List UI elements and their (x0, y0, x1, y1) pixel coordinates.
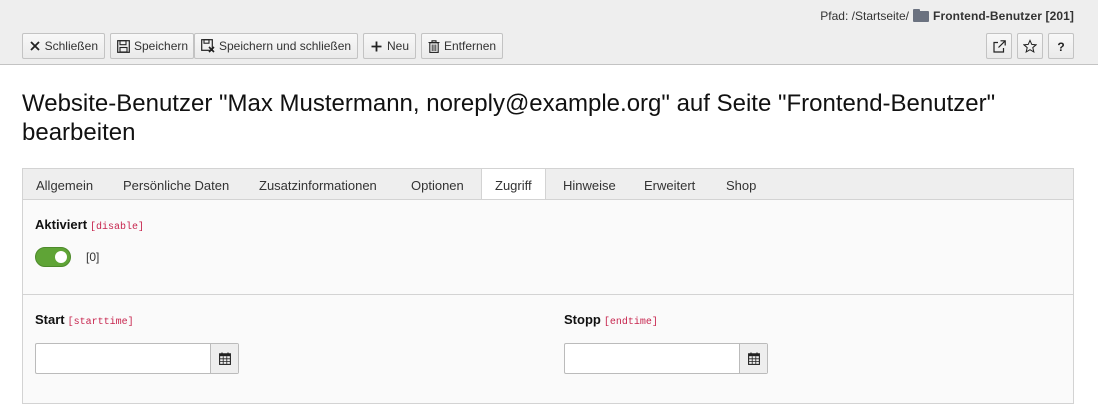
bookmark-button[interactable] (1017, 33, 1043, 59)
calendar-icon (218, 352, 231, 365)
save-close-icon (201, 39, 215, 53)
disable-label-text: Aktiviert (35, 217, 88, 232)
folder-icon (913, 8, 930, 22)
tab-shop[interactable]: Shop (713, 169, 769, 201)
endtime-field-name: [endtime] (603, 317, 658, 328)
open-in-new-window-button[interactable] (986, 33, 1012, 59)
help-button[interactable]: ? (1048, 33, 1074, 59)
starttime-calendar-button[interactable] (210, 344, 238, 373)
disable-field-name: [disable] (90, 222, 145, 233)
disable-toggle[interactable] (35, 247, 71, 267)
disable-toggle-value: [0] (86, 250, 100, 264)
save-icon (117, 39, 130, 53)
endtime-input[interactable] (565, 344, 739, 373)
tab-zugriff[interactable]: Zugriff (481, 168, 546, 201)
endtime-datefield (564, 343, 768, 374)
question-mark-icon: ? (1054, 39, 1068, 53)
starttime-field-name: [starttime] (67, 317, 134, 328)
breadcrumb: Pfad: /Startseite/ Frontend-Benutzer [20… (820, 8, 1074, 23)
tab-persoenliche-daten[interactable]: Persönliche Daten (110, 169, 242, 201)
starttime-datefield (35, 343, 239, 374)
tab-bar: Allgemein Persönliche Daten Zusatzinform… (22, 168, 1074, 201)
close-button[interactable]: Schließen (22, 33, 105, 59)
delete-button[interactable]: Entfernen (421, 33, 503, 59)
tab-erweitert[interactable]: Erweitert (631, 169, 708, 201)
calendar-icon (747, 352, 760, 365)
starttime-label-text: Start (35, 312, 65, 327)
endtime-calendar-button[interactable] (739, 344, 767, 373)
doc-header: Pfad: /Startseite/ Frontend-Benutzer [20… (0, 0, 1098, 65)
tab-hinweise[interactable]: Hinweise (550, 169, 629, 201)
tab-allgemein[interactable]: Allgemein (23, 169, 106, 201)
save-and-close-button[interactable]: Speichern und schließen (194, 33, 358, 59)
section-divider (23, 294, 1073, 295)
save-button-label: Speichern (134, 39, 189, 53)
disable-field-label: Aktiviert [disable] (35, 217, 144, 233)
plus-icon (370, 39, 383, 53)
svg-text:?: ? (1057, 40, 1064, 53)
close-icon (29, 39, 41, 53)
tab-zusatzinformationen[interactable]: Zusatzinformationen (246, 169, 390, 201)
tab-content-zugriff: Aktiviert [disable] [0] Start [starttime] … (22, 199, 1074, 404)
save-and-close-button-label: Speichern und schließen (219, 39, 352, 53)
starttime-input[interactable] (36, 344, 210, 373)
toggle-knob (55, 251, 67, 263)
endtime-field-label: Stopp [endtime] (564, 312, 658, 328)
save-button[interactable]: Speichern (110, 33, 194, 59)
close-button-label: Schließen (44, 39, 98, 53)
external-link-icon (992, 39, 1006, 53)
endtime-label-text: Stopp (564, 312, 601, 327)
new-button-label: Neu (386, 39, 409, 53)
page-title: Website-Benutzer "Max Mustermann, norepl… (22, 90, 996, 146)
new-button[interactable]: Neu (363, 33, 416, 59)
delete-button-label: Entfernen (444, 39, 497, 53)
tab-optionen[interactable]: Optionen (398, 169, 477, 201)
path-page-title[interactable]: Frontend-Benutzer [201] (933, 9, 1074, 23)
trash-icon (428, 39, 440, 53)
star-icon (1023, 38, 1037, 53)
path-label: Pfad: /Startseite/ (820, 9, 910, 23)
starttime-field-label: Start [starttime] (35, 312, 134, 328)
